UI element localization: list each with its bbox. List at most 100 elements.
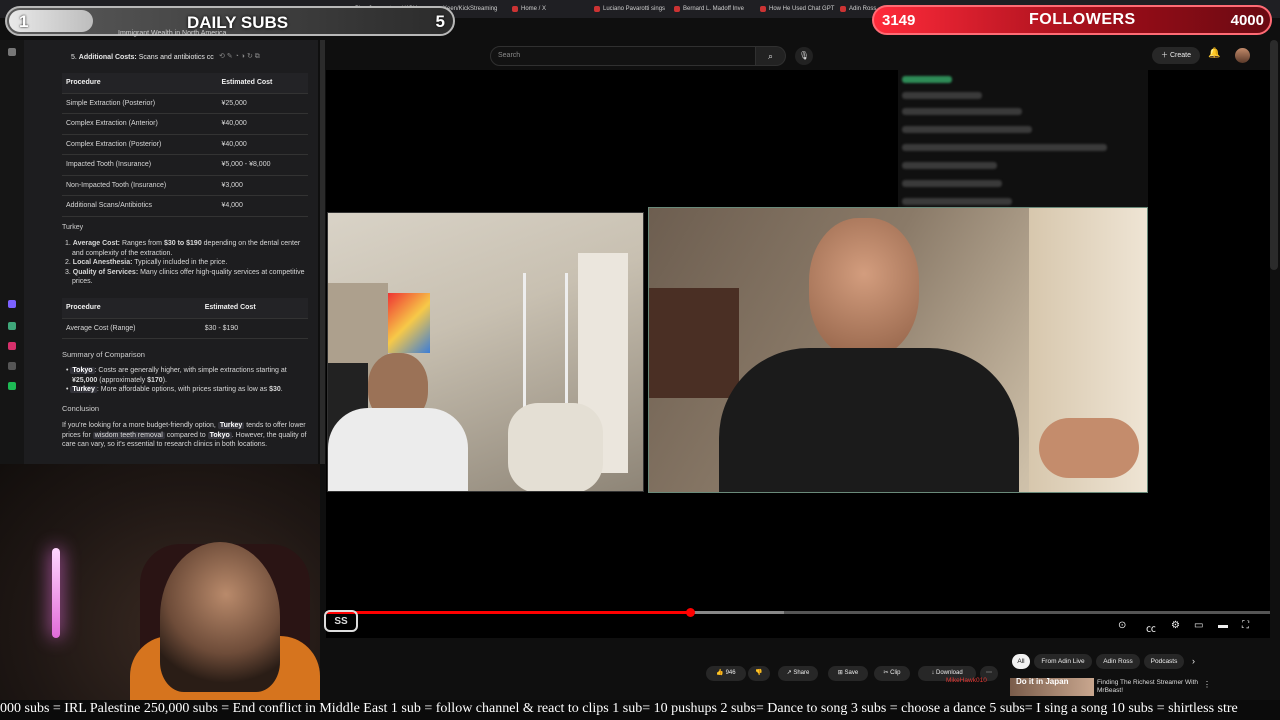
location-chip: Turkey [70,386,97,393]
table-header-cell: Estimated Cost [221,79,273,87]
list-text: : Costs are generally higher, with simpl… [94,367,287,374]
chip-podcasts[interactable]: Podcasts [1144,654,1184,669]
list-item: • Tokyo: Costs are generally higher, wit… [66,367,287,384]
page-scrollbar[interactable] [1270,40,1278,270]
browser-tab[interactable]: Luciano Pavarotti sings [594,3,665,15]
search-button[interactable]: ⌕ [756,46,786,66]
list-text: Typically included in the price. [132,259,228,266]
followers-title: FOLLOWERS [1029,11,1136,28]
list-item: 3. Quality of Services: Many clinics off… [62,268,312,287]
browser-tab[interactable]: Bernard L. Madoff Inve [674,3,744,15]
list-item: 2. Local Anesthesia: Typically included … [62,258,312,268]
section-heading: 5. Additional Costs: Scans and antibioti… [71,54,214,61]
list-bold: $30 [269,386,281,393]
speaker-shirt [719,348,1019,492]
chat-username: MikeHawk010 [946,677,987,684]
table-row: Additional Scans/Antibiotics ¥4,000 [62,196,308,217]
chip-from-adin-live[interactable]: From Adin Live [1034,654,1092,669]
subs-goal: 5 [435,12,445,31]
app-icon[interactable] [8,300,16,308]
account-avatar[interactable] [1235,48,1250,63]
channel-logo: SS [324,610,358,632]
table-cell: Complex Extraction (Anterior) [66,120,158,128]
list-bold: Quality of Services: [72,268,139,276]
list-bold: $170 [147,376,163,384]
table-cell: ¥5,000 - ¥8,000 [221,161,271,169]
video-progress-bar[interactable] [326,611,1270,614]
sub-goals-ticker: 000 subs = IRL Palestine 250,000 subs = … [0,700,1280,720]
summary-list: • Tokyo: Costs are generally higher, wit… [62,366,312,395]
table-cell: Complex Extraction (Posterior) [66,140,162,148]
browser-tab[interactable]: How He Used Chat GPT [760,3,834,15]
table-header-row: Procedure Estimated Cost [62,73,308,94]
notifications-bell-icon[interactable]: 🔔 [1208,48,1220,59]
like-button[interactable]: 👍 946 [706,666,746,681]
share-button[interactable]: ↗ Share [778,666,818,681]
table-cell: ¥40,000 [221,140,247,148]
left-icon-rail [0,40,25,464]
save-button[interactable]: ⊞ Save [828,666,868,681]
recommended-video-title[interactable]: Finding The Richest Streamer With MrBeas… [1097,679,1207,695]
panel-scrollbar[interactable] [320,40,325,464]
video-menu-icon[interactable]: ⋮ [1203,680,1211,689]
list-bold: $30 to $190 [163,240,202,247]
dislike-button[interactable]: 👎 [748,666,770,681]
table-row: Average Cost (Range) $30 - $190 [62,319,308,339]
favicon-icon [760,6,766,12]
captions-icon[interactable]: ㏄ [1146,620,1156,635]
list-bold: Average Cost: [72,240,120,247]
conclusion-text: If you're looking for a more budget-frie… [62,422,307,448]
browser-tab[interactable]: Home / X [512,3,546,15]
microphone-icon[interactable]: 🎙 [795,47,813,65]
chevron-right-icon[interactable]: › [1192,656,1195,666]
message-action-icons[interactable]: ⟲ ✎ ◔ ◑ ↻ ⧉ [219,52,260,61]
chatgpt-response-panel: 5. Additional Costs: Scans and antibioti… [24,40,318,464]
wall-art [388,293,430,353]
app-icon[interactable] [8,322,16,330]
neon-light [52,548,60,638]
table-header-cell: Estimated Cost [204,304,256,312]
table-header-cell: Procedure [66,79,101,87]
settings-gear-icon[interactable]: ⚙ [1171,620,1180,631]
table-row: Simple Extraction (Posterior) ¥25,000 [62,94,308,114]
search-input[interactable]: Search [490,46,756,66]
autoplay-toggle-icon[interactable]: ⊙ [1118,620,1126,631]
chat-message: Do it in Japan [1016,677,1069,686]
bookmark-icon[interactable] [8,48,16,56]
table-header-cell: Procedure [66,304,101,312]
table-cell: Impacted Tooth (Insurance) [66,161,152,169]
list-number: 2. [65,259,71,266]
search-icon: ⌕ [767,51,774,61]
create-button[interactable]: ＋ Create [1152,47,1200,64]
scrubber-handle[interactable] [686,608,695,617]
list-text: ). [162,376,167,384]
x-icon[interactable] [8,362,16,370]
table-cell: Non-Impacted Tooth (Insurance) [66,181,167,189]
list-bold: ¥25,000 [72,376,98,384]
subs-current: 1 [19,12,29,31]
turkey-list: 1. Average Cost: Ranges from $30 to $190… [62,239,312,287]
chip-all[interactable]: All [1012,654,1030,669]
list-text: . [280,386,283,393]
chip-adin-ross[interactable]: Adin Ross [1096,654,1140,669]
theater-mode-icon[interactable]: ▬ [1218,620,1228,631]
favicon-icon [674,6,680,12]
tab-label: Luciano Pavarotti sings [603,6,666,12]
browser-tab[interactable]: Adin Ross [840,3,876,15]
spotify-icon[interactable] [8,382,16,390]
streamer-webcam [0,464,320,700]
fullscreen-icon[interactable]: ⛶ [1242,620,1249,631]
speaker-head [809,218,919,358]
right-video-frame [648,207,1148,493]
miniplayer-icon[interactable]: ▭ [1194,620,1203,631]
table-cell: ¥40,000 [221,120,247,128]
instagram-icon[interactable] [8,342,16,350]
followers-goal: 4000 [1230,12,1264,29]
summary-label: Summary of Comparison [62,350,145,359]
japan-cost-table: Procedure Estimated Cost Simple Extraction… [62,73,308,217]
table-row: Complex Extraction (Anterior) ¥40,000 [62,114,308,135]
table-header-row: Procedure Estimated Cost [62,298,308,319]
clip-button[interactable]: ✂ Clip [874,666,910,681]
table-cell: ¥25,000 [221,99,247,107]
followers-current: 3149 [882,12,916,29]
